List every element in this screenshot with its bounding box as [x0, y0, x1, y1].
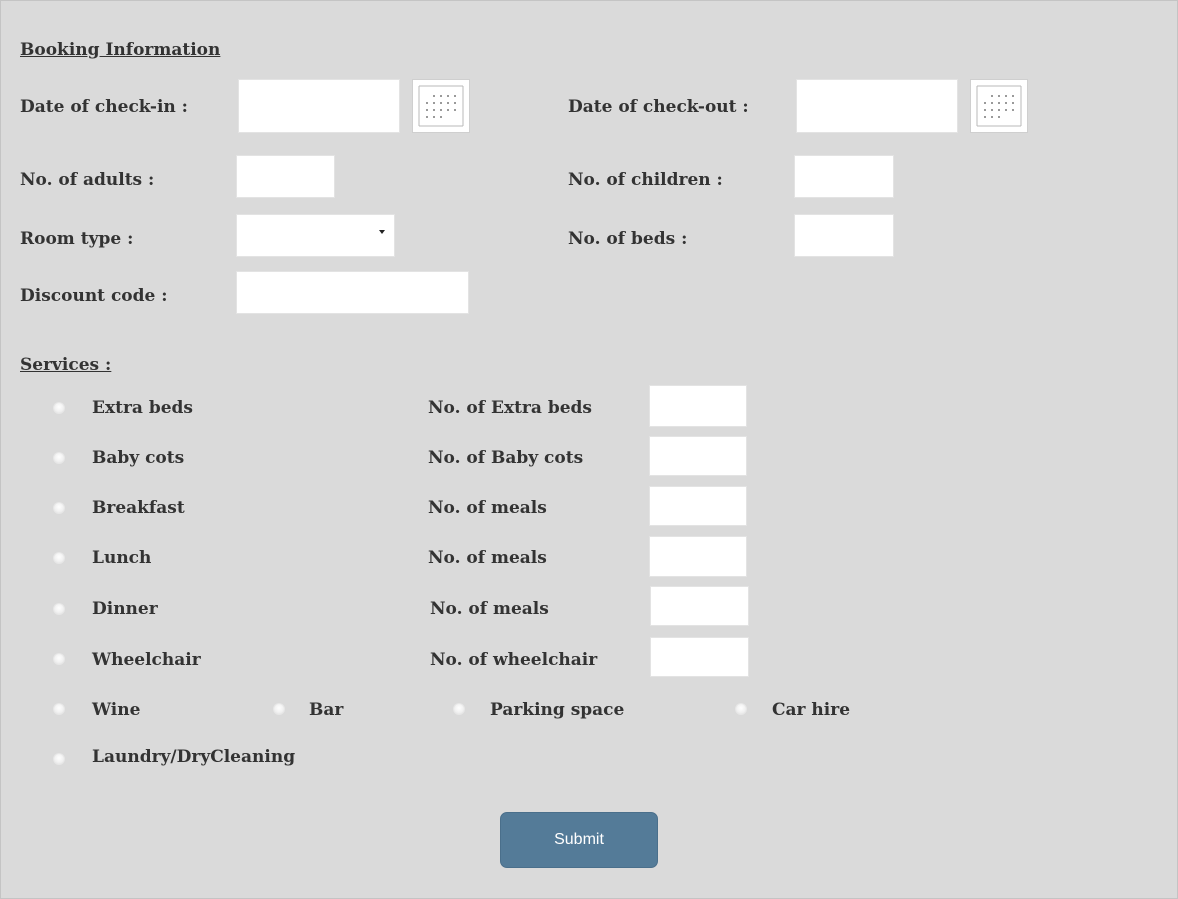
- laundry-drycleaning-label: Laundry/DryCleaning: [92, 747, 296, 767]
- extra-beds-count-input[interactable]: [649, 385, 747, 427]
- lunch-meals-label: No. of meals: [428, 548, 547, 568]
- laundry-drycleaning-radio[interactable]: [53, 753, 65, 765]
- bar-label: Bar: [309, 700, 344, 720]
- breakfast-radio[interactable]: [53, 502, 65, 514]
- lunch-label: Lunch: [92, 548, 152, 568]
- wheelchair-label: Wheelchair: [92, 650, 201, 670]
- adults-input[interactable]: [236, 155, 335, 198]
- dinner-meals-label: No. of meals: [430, 599, 549, 619]
- room-type-label: Room type :: [20, 229, 134, 249]
- extra-beds-count-label: No. of Extra beds: [428, 398, 592, 418]
- room-type-select[interactable]: [236, 214, 395, 257]
- baby-cots-radio[interactable]: [53, 452, 65, 464]
- adults-label: No. of adults :: [20, 170, 155, 190]
- wheelchair-radio[interactable]: [53, 653, 65, 665]
- breakfast-meals-label: No. of meals: [428, 498, 547, 518]
- beds-input[interactable]: [794, 214, 894, 257]
- checkin-label: Date of check-in :: [20, 97, 188, 117]
- baby-cots-count-label: No. of Baby cots: [428, 448, 584, 468]
- extra-beds-radio[interactable]: [53, 402, 65, 414]
- extra-beds-label: Extra beds: [92, 398, 193, 418]
- checkout-label: Date of check-out :: [568, 97, 749, 117]
- dinner-label: Dinner: [92, 599, 158, 619]
- services-heading: Services :: [20, 355, 112, 375]
- wine-label: Wine: [92, 700, 141, 720]
- lunch-meals-input[interactable]: [649, 536, 747, 577]
- dinner-meals-input[interactable]: [650, 586, 749, 626]
- lunch-radio[interactable]: [53, 552, 65, 564]
- breakfast-label: Breakfast: [92, 498, 185, 518]
- chevron-down-icon: [379, 230, 385, 234]
- bar-radio[interactable]: [273, 703, 285, 715]
- breakfast-meals-input[interactable]: [649, 486, 747, 526]
- submit-button[interactable]: Submit: [500, 812, 658, 868]
- discount-code-input[interactable]: [236, 271, 469, 314]
- car-hire-radio[interactable]: [735, 703, 747, 715]
- wine-radio[interactable]: [53, 703, 65, 715]
- baby-cots-label: Baby cots: [92, 448, 185, 468]
- calendar-icon[interactable]: [412, 79, 470, 133]
- car-hire-label: Car hire: [772, 700, 851, 720]
- discount-code-label: Discount code :: [20, 286, 168, 306]
- booking-information-heading: Booking Information: [20, 40, 221, 60]
- dinner-radio[interactable]: [53, 603, 65, 615]
- baby-cots-count-input[interactable]: [649, 436, 747, 476]
- checkout-date-input[interactable]: [796, 79, 958, 133]
- wheelchair-count-label: No. of wheelchair: [430, 650, 598, 670]
- children-input[interactable]: [794, 155, 894, 198]
- wheelchair-count-input[interactable]: [650, 637, 749, 677]
- parking-space-radio[interactable]: [453, 703, 465, 715]
- beds-label: No. of beds :: [568, 229, 688, 249]
- parking-space-label: Parking space: [490, 700, 625, 720]
- checkin-date-input[interactable]: [238, 79, 400, 133]
- children-label: No. of children :: [568, 170, 723, 190]
- calendar-icon[interactable]: [970, 79, 1028, 133]
